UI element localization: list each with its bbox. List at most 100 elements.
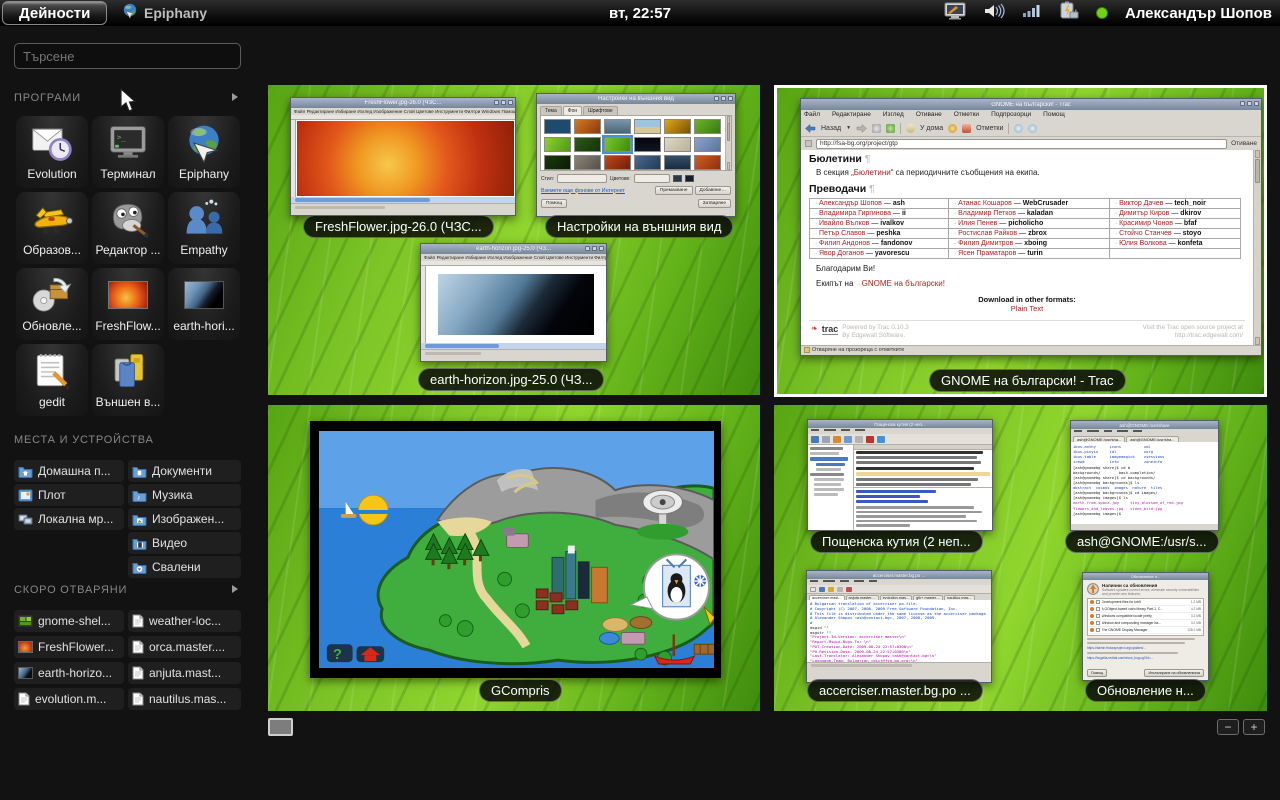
clock[interactable]: вт, 22:57 (609, 0, 671, 26)
history-icon[interactable] (948, 124, 957, 133)
window-thumb-gcompris[interactable]: ? (310, 421, 721, 678)
recent-item[interactable]: earth-horizo... (14, 662, 124, 684)
search-input[interactable] (14, 43, 241, 69)
install-updates-button[interactable]: Инсталиране на обновленията (1144, 669, 1204, 677)
remove-button[interactable]: Премахване (655, 186, 693, 195)
display-settings-icon[interactable] (944, 2, 966, 25)
recent-item[interactable]: evolution.m... (14, 688, 124, 710)
user-menu[interactable]: Александър Шопов (1125, 5, 1272, 22)
app-empathy[interactable]: Empathy (168, 192, 240, 264)
place-documents[interactable]: Документи (128, 460, 241, 482)
app-gcompris[interactable]: Образов... (16, 192, 88, 264)
recent-item[interactable]: orca.master.... (128, 636, 241, 658)
zoom-out-icon[interactable] (1028, 124, 1037, 133)
place-music[interactable]: ♪ Музика (128, 484, 241, 506)
selected-wallpaper[interactable] (604, 137, 631, 152)
back-icon[interactable] (805, 124, 816, 133)
top-bar: Дейности Epiphany вт, 22:57 Александър Ш… (0, 0, 1280, 26)
window-title-pill: Настройки на външния вид (545, 215, 733, 238)
stop-icon[interactable] (872, 124, 881, 133)
go-button[interactable]: Отиване (1231, 140, 1257, 147)
plain-text-link[interactable]: Plain Text (809, 304, 1245, 313)
remove-workspace-button[interactable]: − (1217, 719, 1239, 735)
window-title-pill: FreshFlower.jpg-26.0 (ЧЗС... (303, 215, 494, 238)
recent-item[interactable]: FreshFlower... (14, 636, 124, 658)
terminal-tabs: ash@GNOME:/usr/sha... ash@GNOME:/usr/sha… (1071, 435, 1218, 442)
url-input[interactable]: http://fsa-bg.org/project/gtp (816, 139, 1227, 149)
gedit-content: # Bulgarian translation of accerciser po… (807, 600, 991, 662)
colors-label: Цветове: (610, 176, 631, 182)
zoom-in-icon[interactable] (1014, 124, 1023, 133)
app-evolution[interactable]: Evolution (16, 116, 88, 188)
reload-icon[interactable] (886, 124, 895, 133)
forward-icon[interactable] (856, 124, 867, 133)
window-title-pill: GNOME на български! - Trac (929, 369, 1126, 392)
recent-expand-arrow-icon[interactable] (232, 585, 238, 593)
programs-expand-arrow-icon[interactable] (232, 93, 238, 101)
activities-button[interactable]: Дейности (2, 1, 107, 25)
bulletins-link[interactable]: Бюлетини (854, 168, 891, 177)
help-button[interactable]: Помощ (541, 199, 567, 208)
place-pictures[interactable]: Изображен... (128, 508, 241, 530)
workspace-bottom-left[interactable]: ? GCompris (268, 405, 760, 711)
bookmark-icon[interactable] (962, 124, 971, 133)
place-desktop[interactable]: Плот (14, 484, 124, 506)
window-thumb-gedit[interactable]: accerciser.master.bg.po ... accerciser.m… (806, 570, 992, 683)
scrollbar[interactable] (1253, 150, 1261, 345)
app-epiphany[interactable]: Epiphany (168, 116, 240, 188)
window-thumb-evolution[interactable]: Пощенска кутия (2 неп... (807, 419, 993, 531)
window-title-pill: accerciser.master.bg.po ... (807, 679, 983, 702)
window-thumb-gimp-freshflower[interactable]: FreshFlower.jpg-26.0 (ЧЗС... Файл Редакт… (290, 97, 516, 216)
app-terminal[interactable]: >_ Терминал (92, 116, 164, 188)
svg-text:?: ? (333, 647, 342, 663)
color-swatch-2[interactable] (685, 175, 694, 182)
network-signal-icon[interactable] (1022, 3, 1040, 24)
color-swatch-1[interactable] (673, 175, 682, 182)
app-gedit[interactable]: gedit (16, 344, 88, 416)
workspace-bottom-right[interactable]: Пощенска кутия (2 неп... (774, 405, 1267, 711)
update-link[interactable]: https://admin.fedoraproject.org/updates/… (1087, 646, 1204, 650)
window-thumb-gimp-earth[interactable]: earth-horizon.jpg-25.0 (ЧЗ... Файл Редак… (420, 243, 607, 362)
document-icon (132, 692, 144, 706)
power-icon[interactable] (1057, 1, 1079, 26)
add-button[interactable]: Добавяне… (695, 186, 731, 195)
document-icon (132, 614, 144, 628)
recent-item[interactable]: nautilus.mas... (128, 688, 241, 710)
place-local-network[interactable]: Локална мр... (14, 508, 124, 530)
recent-item[interactable]: gnome-shel... (14, 610, 124, 632)
gnome-bg-link[interactable]: GNOME на български! (856, 279, 945, 288)
trac-logo[interactable]: trac (822, 324, 839, 335)
app-appearance[interactable]: Външен в... (92, 344, 164, 416)
volume-icon[interactable] (983, 2, 1005, 25)
recent-item[interactable]: weather-loc... (128, 610, 241, 632)
window-thumb-epiphany-trac[interactable]: GNOME на български! - Trac Файл Редактир… (800, 98, 1262, 356)
home-icon[interactable] (906, 124, 915, 133)
get-backgrounds-link[interactable]: Вземете още фонове от Интернет (541, 188, 625, 194)
workspace-view-toggle[interactable] (268, 718, 293, 736)
workspace-top-right[interactable]: GNOME на български! - Trac Файл Редактир… (774, 85, 1267, 397)
titlebar: GNOME на български! - Trac (801, 99, 1261, 110)
gedit-tabs: accerciser.mast... anjuta.master.... evo… (807, 594, 991, 600)
trac-page-content: Бюлетини ¶ В секция „Бюлетини“ са период… (801, 150, 1261, 345)
window-thumb-terminal[interactable]: ash@GNOME:/usr/share ash@GNOME:/usr/sha.… (1070, 420, 1219, 531)
close-button[interactable]: Затваряне (698, 199, 731, 208)
app-menu[interactable]: Epiphany (122, 0, 207, 26)
window-thumb-update-manager[interactable]: Обновление н... Налични са обновления So… (1082, 572, 1209, 681)
add-workspace-button[interactable]: + (1243, 719, 1265, 735)
app-freshflower-file[interactable]: FreshFlow... (92, 268, 164, 340)
style-dropdown[interactable] (557, 174, 607, 183)
update-link[interactable]: https://bugzilla.redhat.com/show_bug.cgi… (1087, 656, 1204, 660)
workspace-top-left[interactable]: FreshFlower.jpg-26.0 (ЧЗС... Файл Редакт… (268, 85, 760, 395)
place-downloads[interactable]: Свалени (128, 556, 241, 578)
app-software-update[interactable]: Обновле... (16, 268, 88, 340)
window-thumb-appearance[interactable]: Настройки на външния вид Тема Фон Шрифто… (536, 93, 736, 217)
colors-dropdown[interactable] (634, 174, 670, 183)
app-gimp[interactable]: Редактор ... (92, 192, 164, 264)
place-video[interactable]: Видео (128, 532, 241, 554)
titlebar: Пощенска кутия (2 неп... (808, 420, 992, 428)
recent-item[interactable]: anjuta.mast... (128, 662, 241, 684)
app-earthhorizon-file[interactable]: earth-hori... (168, 268, 240, 340)
terminal-icon: >_ (105, 120, 151, 166)
help-button[interactable]: Помощ (1087, 669, 1107, 677)
place-home[interactable]: Домашна п... (14, 460, 124, 482)
